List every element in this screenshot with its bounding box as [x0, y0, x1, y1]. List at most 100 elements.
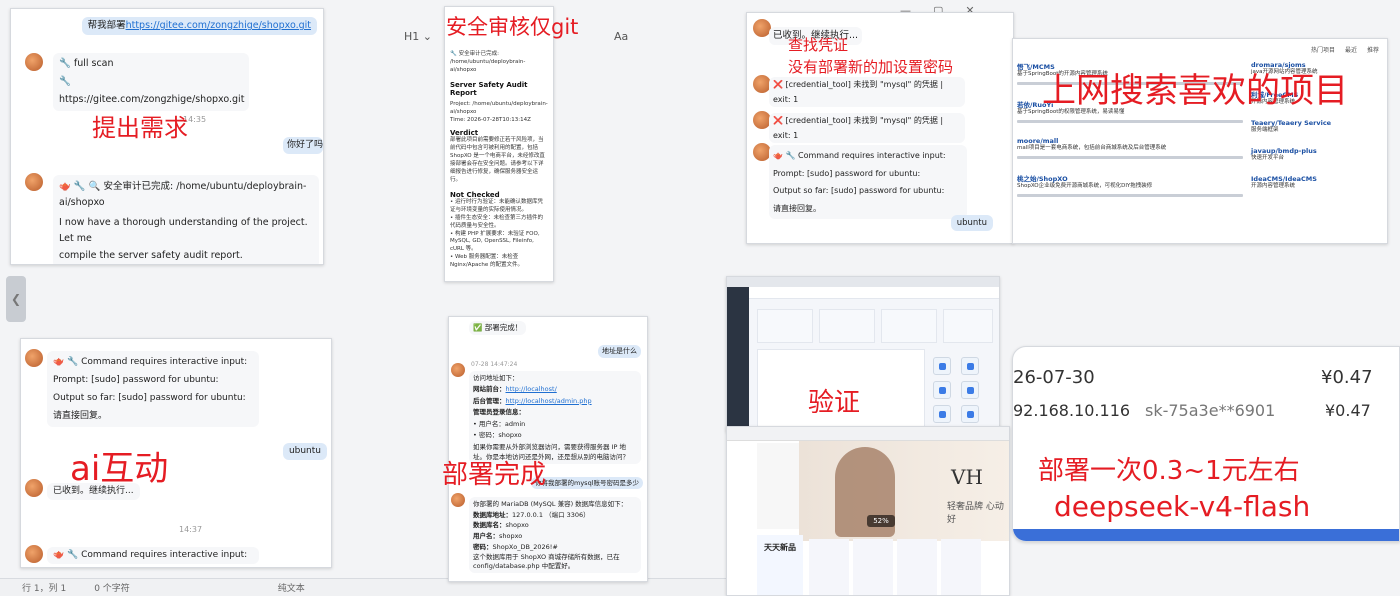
result-meta — [1017, 119, 1243, 123]
doc-verdict-body: 部署此项目前需要修正若干风险项，当前代码中包含可被利用的配置，包括 ShopXO… — [450, 136, 545, 183]
bot-line: I now have a thorough understanding of t… — [59, 217, 308, 245]
bot-message: 🔧 full scan 🔧 https://gitee.com/zongzhig… — [53, 53, 249, 112]
audit-report-panel: 🔧 安全审计已完成: /home/ubuntu/deploybrain-ai/s… — [444, 6, 554, 282]
user-label: • 用户名： — [473, 419, 505, 428]
db-pass-label: 密码： — [473, 542, 493, 551]
stat-card — [881, 309, 937, 343]
db-note: 这个数据库用于 ShopXO 商城存储所有数据，已在 config/databa… — [473, 552, 620, 571]
doc-verdict-heading: Verdict — [450, 128, 479, 137]
doc-project: Project: /home/ubuntu/deploybrain-ai/sho… — [450, 100, 548, 115]
ai-interaction-panel: 🫖 🔧 Command requires interactive input: … — [20, 338, 332, 568]
result-item[interactable]: javaup/bmdp-plus 快速开发平台 — [1251, 147, 1383, 163]
cursor-position: 行 1，列 1 — [22, 584, 67, 594]
result-title[interactable]: 桃之始/ShopXO — [1017, 173, 1243, 183]
banner-brand: VH — [951, 465, 983, 489]
result-item[interactable]: moore/mall mall项目是一套电商系统，包括前台商城系统及后台管理系统 — [1017, 137, 1243, 159]
app-tile-icon[interactable] — [961, 405, 979, 423]
cmd-title: 🫖 🔧 Command requires interactive input: — [773, 151, 946, 160]
bot-avatar — [451, 493, 465, 507]
bot-message: ✅ 部署完成！ — [469, 321, 527, 336]
app-tile-icon[interactable] — [961, 381, 979, 399]
result-desc: mall项目是一套电商系统，包括前台商城系统及后台管理系统 — [1017, 144, 1167, 151]
result-item[interactable]: IdeaCMS/IdeaCMS 开源内容管理系统 — [1251, 175, 1383, 191]
mini-sidebar — [727, 287, 749, 431]
result-title[interactable]: 悟飞/MCMS — [1017, 61, 1243, 71]
product-card[interactable] — [809, 539, 849, 595]
pass-row: • 密码：shopxo — [473, 430, 637, 441]
text-mode[interactable]: 纯文本 — [278, 581, 305, 594]
tab-hot[interactable]: 热门项目 — [1311, 45, 1335, 54]
collapse-handle[interactable]: ❮ — [6, 276, 26, 322]
doc-item: • Web 服务器配置：未检查 Nginx/Apache 的配置文件。 — [450, 254, 523, 269]
pass-value: shopxo — [498, 430, 522, 439]
app-tile-icon[interactable] — [961, 357, 979, 375]
heading-dropdown[interactable]: H1 ⌄ — [400, 28, 436, 45]
cmd-output: Output so far: [sudo] password for ubunt… — [53, 393, 246, 403]
label-search: 上网搜索喜欢的项目 — [1042, 71, 1348, 111]
cmd-title: 🫖 🔧 Command requires interactive input: — [53, 357, 248, 367]
site-row: 网站前台：http://localhost/ — [473, 384, 637, 395]
product-card[interactable] — [853, 539, 893, 595]
cmd-prompt: Prompt: [sudo] password for ubuntu: — [53, 375, 219, 385]
char-count: 0 个字符 — [94, 584, 130, 594]
db-pass-row: 密码：ShopXo_DB_2026!# — [473, 542, 637, 553]
product-card[interactable] — [897, 539, 937, 595]
db-addr-row: 数据库地址：127.0.0.1 （端口 3306） — [473, 510, 637, 521]
bot-avatar — [25, 173, 43, 191]
site-link[interactable]: http://localhost/ — [506, 385, 557, 393]
user-message: 你好了吗 — [283, 137, 323, 155]
billing-date: 26-07-30 — [1013, 367, 1095, 388]
label-cost: 部署一次0.3~1元左右 — [1038, 456, 1300, 486]
repo-link[interactable]: https://gitee.com/zongzhige/shopxo.git — [126, 20, 311, 31]
bot-message: 🫖 🔧 🔍 安全审计已完成: /home/ubuntu/deploybrain-… — [53, 175, 319, 264]
doc-item: • 插件生态安全：未检查第三方插件的代码质量与安全性。 — [450, 214, 543, 229]
result-title[interactable]: javaup/bmdp-plus — [1251, 147, 1383, 155]
font-style-button[interactable]: Aa — [610, 28, 632, 45]
db-name-label: 数据库名： — [473, 521, 506, 530]
deploy-intro: 访问地址如下： — [473, 374, 519, 382]
app-tile-icon[interactable] — [933, 381, 951, 399]
result-desc: 服务端框架 — [1251, 126, 1279, 133]
app-tile-icon[interactable] — [933, 357, 951, 375]
result-title[interactable]: dromara/sjoms — [1251, 61, 1383, 69]
product-card[interactable] — [941, 539, 981, 595]
result-item[interactable]: 桃之始/ShopXO ShopXO企业级免费开源商城系统，可视化DIY拖拽装修 — [1017, 173, 1243, 197]
result-title[interactable]: moore/mall — [1017, 137, 1243, 145]
mini-browser-bar — [727, 277, 999, 287]
bot-avatar — [25, 349, 43, 367]
label-done: 部署完成 — [442, 460, 547, 490]
db-addr: 127.0.0.1 （端口 3306） — [512, 510, 590, 519]
db-user: shopxo — [499, 532, 523, 541]
billing-amount: ¥0.47 — [1321, 367, 1373, 388]
tab-recommend[interactable]: 推荐 — [1367, 45, 1379, 54]
timestamp: 14:37 — [179, 525, 203, 534]
result-title[interactable]: IdeaCMS/IdeaCMS — [1251, 175, 1383, 183]
bot-message: 🫖 🔧 Command requires interactive input: … — [769, 145, 967, 220]
cmd-reply: 请直接回复。 — [53, 411, 108, 421]
billing-key: sk-75a3e**6901 — [1145, 401, 1276, 420]
deploy-done-panel: ✅ 部署完成！ 地址是什么 07-28 14:47:24 访问地址如下： 网站前… — [448, 316, 648, 582]
user-value: admin — [504, 419, 526, 428]
result-desc: ShopXO企业级免费开源商城系统，可视化DIY拖拽装修 — [1017, 182, 1153, 189]
result-item[interactable]: Teaery/Teaery Service 服务端框架 — [1251, 119, 1383, 135]
bottom-bar — [1013, 529, 1399, 541]
user-message: 地址是什么 — [598, 345, 641, 359]
doc-item: • 构建 PHP 扩展要求：未验证 FOO, MySQL, GD, OpenSS… — [450, 230, 540, 253]
result-title[interactable]: Teaery/Teaery Service — [1251, 119, 1383, 127]
tab-recent[interactable]: 最近 — [1345, 45, 1357, 54]
result-desc: 快速开发平台 — [1251, 154, 1285, 161]
banner: VH 轻奢品牌 心动好 — [799, 441, 1009, 541]
cmd-output: Output so far: [sudo] password for ubunt… — [773, 186, 945, 196]
label-verify: 验证 — [808, 388, 861, 418]
db-user-row: 用户名：shopxo — [473, 531, 637, 542]
app-tile-icon[interactable] — [933, 405, 951, 423]
chevron-left-icon: ❮ — [10, 292, 22, 306]
bot-avatar — [25, 479, 43, 497]
new-products-section: 天天新品 — [757, 535, 803, 595]
bot-line: 🫖 🔧 🔍 安全审计已完成: /home/ubuntu/deploybrain- — [59, 181, 307, 192]
search-results-panel: 热门项目 最近 推荐 悟飞/MCMS 基于SpringBoot的开源内容管理系统… — [1012, 38, 1388, 244]
admin-link[interactable]: http://localhost/admin.php — [506, 397, 592, 405]
cmd-prompt: Prompt: [sudo] password for ubuntu: — [773, 168, 921, 178]
result-meta — [1017, 193, 1243, 197]
doc-title: Server Safety Audit Report — [450, 80, 528, 97]
